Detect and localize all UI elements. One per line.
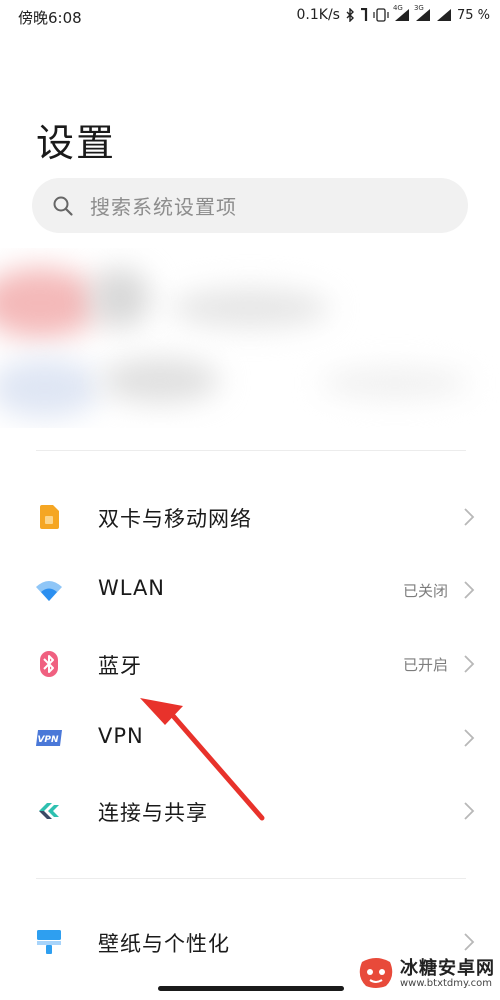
setting-item-bluetooth[interactable]: 蓝牙 已开启 (0, 632, 500, 696)
bluetooth-status-icon (346, 8, 354, 22)
setting-label: 蓝牙 (98, 654, 142, 678)
setting-value: 已关闭 (402, 582, 448, 600)
vpn-icon: VPN (36, 730, 62, 746)
status-time: 傍晚6:08 (18, 9, 82, 27)
section-divider (36, 878, 466, 879)
wifi-icon (36, 581, 62, 601)
alarm-icon (360, 8, 368, 21)
setting-label: 双卡与移动网络 (98, 507, 252, 531)
watermark: 冰糖安卓网 www.btxtdmy.com (356, 952, 496, 996)
watermark-url: www.btxtdmy.com (400, 978, 493, 989)
blurred-account-section (0, 248, 500, 428)
chevron-right-icon (464, 933, 475, 951)
section-divider (36, 450, 466, 451)
page-title: 设置 (36, 121, 117, 165)
search-icon (53, 196, 73, 216)
setting-label: 壁纸与个性化 (98, 932, 230, 956)
svg-text:VPN: VPN (37, 735, 59, 745)
home-indicator[interactable] (158, 986, 344, 991)
setting-item-connection-sharing[interactable]: 连接与共享 (0, 779, 500, 843)
chevron-right-icon (464, 581, 475, 599)
sim2-network-type: 3G (413, 4, 424, 12)
watermark-logo-icon (359, 958, 393, 988)
setting-item-wlan[interactable]: WLAN 已关闭 (0, 558, 500, 622)
battery-level: 75 % (456, 7, 490, 23)
status-indicators: 0.1K/s 4G 3G 75 % (296, 4, 491, 23)
setting-label: VPN (98, 724, 144, 748)
sim1-signal-icon: 4G (393, 4, 410, 22)
sim2-signal-icon: 3G (414, 4, 431, 22)
chevron-right-icon (464, 655, 475, 673)
vibrate-icon (373, 8, 389, 22)
setting-label: 连接与共享 (98, 801, 208, 825)
status-bar: 傍晚6:08 0.1K/s 4G 3G 75 % (0, 0, 500, 34)
setting-value: 已开启 (402, 656, 448, 674)
sim-card-icon (40, 505, 59, 529)
setting-item-sim-network[interactable]: 双卡与移动网络 (0, 485, 500, 549)
watermark-title: 冰糖安卓网 (400, 958, 495, 979)
bluetooth-icon (40, 651, 58, 677)
chevron-right-icon (464, 802, 475, 820)
search-placeholder: 搜索系统设置项 (90, 195, 237, 219)
chevron-right-icon (464, 729, 475, 747)
wallpaper-icon (37, 930, 61, 954)
network-speed: 0.1K/s (296, 7, 340, 23)
setting-label: WLAN (98, 576, 166, 600)
wifi-status-icon (436, 9, 451, 21)
search-bar[interactable]: 搜索系统设置项 (32, 178, 468, 233)
chevron-right-icon (464, 508, 475, 526)
sim1-network-type: 4G (392, 4, 403, 12)
share-icon (39, 803, 59, 819)
setting-item-vpn[interactable]: VPN VPN (0, 706, 500, 770)
